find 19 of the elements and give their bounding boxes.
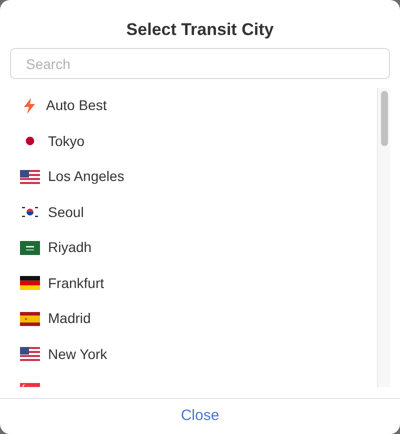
- city-item[interactable]: Seoul: [48, 202, 84, 223]
- spain-flag-icon: [20, 312, 40, 326]
- korea-flag-icon: [20, 205, 40, 220]
- usa-flag-icon: [20, 347, 40, 362]
- city-item[interactable]: Los Angeles: [48, 166, 124, 188]
- scrollbar-track[interactable]: [377, 88, 390, 387]
- city-item[interactable]: Riyadh: [48, 237, 92, 258]
- city-item[interactable]: Frankfurt: [48, 272, 104, 294]
- close-button[interactable]: Close: [172, 401, 228, 432]
- search-field[interactable]: Search: [10, 48, 390, 79]
- dialog-title: Select Transit City: [126, 19, 274, 42]
- germany-flag-icon: [20, 276, 40, 290]
- city-item[interactable]: New York: [48, 344, 108, 365]
- saudi-flag-icon: [20, 240, 40, 255]
- city-item[interactable]: Madrid: [48, 308, 91, 330]
- city-item[interactable]: Tokyo: [48, 130, 85, 152]
- scrollbar-thumb[interactable]: [380, 91, 388, 146]
- usa-flag-icon: [20, 170, 40, 184]
- city-item[interactable]: Auto Best: [46, 95, 107, 116]
